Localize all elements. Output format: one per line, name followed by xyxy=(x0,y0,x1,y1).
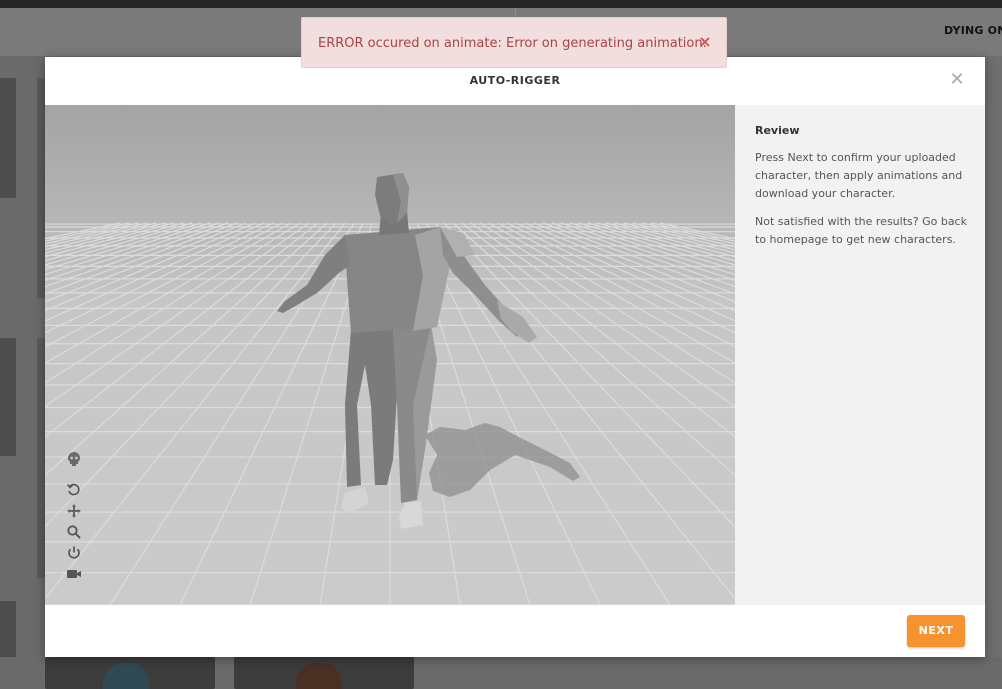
background-card xyxy=(37,338,45,578)
reset-icon[interactable] xyxy=(66,482,82,498)
background-card xyxy=(0,78,16,198)
review-instructions: Press Next to confirm your uploaded char… xyxy=(755,151,963,200)
zoom-icon[interactable] xyxy=(66,524,82,540)
background-card xyxy=(37,78,45,298)
close-icon[interactable]: ✕ xyxy=(947,70,967,90)
character-model xyxy=(277,173,537,529)
next-button[interactable]: NEXT xyxy=(907,615,965,647)
background-left-column xyxy=(0,56,45,689)
skull-icon[interactable] xyxy=(66,451,82,467)
3d-viewport[interactable] xyxy=(45,105,735,605)
power-icon[interactable] xyxy=(66,545,82,561)
review-heading: Review xyxy=(755,124,800,137)
background-character-thumbnail xyxy=(234,657,414,689)
error-message: ERROR occured on animate: Error on gener… xyxy=(318,36,707,51)
camera-icon[interactable] xyxy=(66,566,82,582)
auto-rigger-modal: AUTO-RIGGER ✕ Review Press Next to confi… xyxy=(45,57,985,657)
move-icon[interactable] xyxy=(66,503,82,519)
character-shadow xyxy=(425,423,580,497)
modal-title: AUTO-RIGGER xyxy=(469,74,561,87)
background-topbar xyxy=(0,0,1002,8)
background-right-column xyxy=(985,56,1002,689)
viewport-scene xyxy=(45,173,735,605)
review-panel: Review Press Next to confirm your upload… xyxy=(735,105,985,605)
background-card xyxy=(0,338,16,456)
review-go-back-note: Not satisfied with the results? Go back … xyxy=(755,215,967,246)
error-toast: ERROR occured on animate: Error on gener… xyxy=(301,17,727,68)
toast-close-icon[interactable]: × xyxy=(697,33,713,51)
background-character-thumbnail xyxy=(45,657,215,689)
background-header-title: DYING ON xyxy=(944,24,1002,37)
